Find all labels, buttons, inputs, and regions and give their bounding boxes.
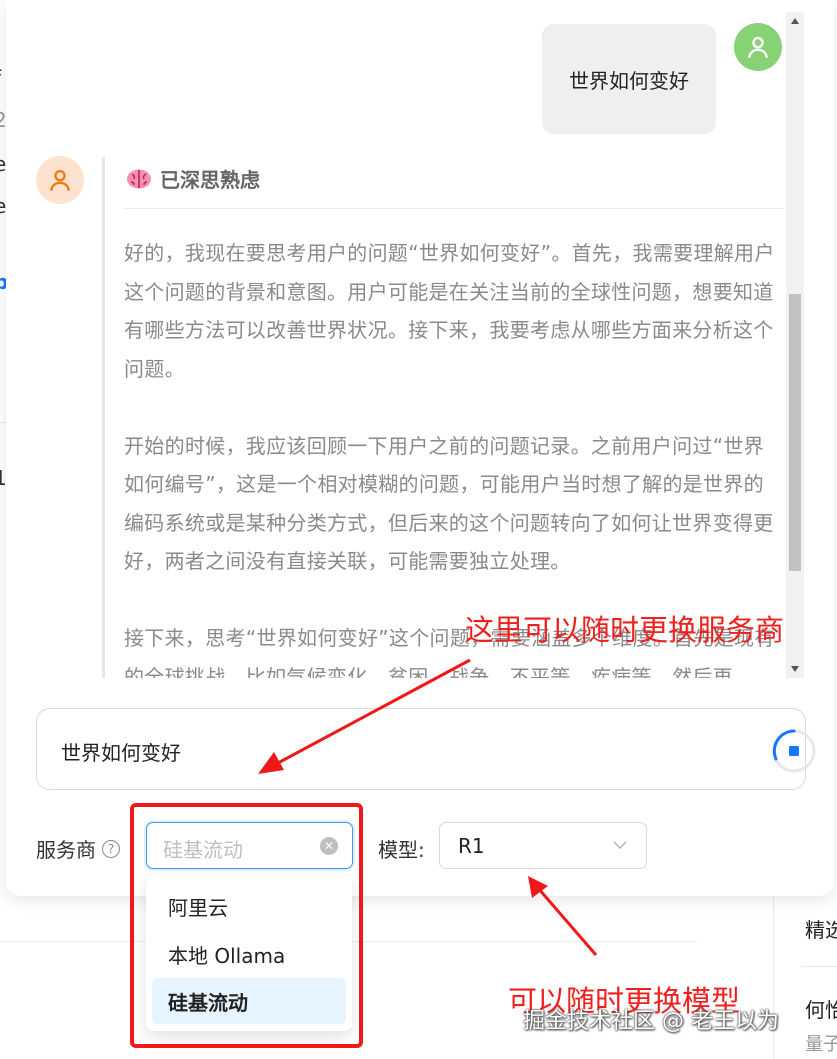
brain-icon (127, 169, 151, 188)
model-select-value: R1 (458, 834, 485, 858)
user-icon (50, 169, 70, 191)
user-message-bubble: 世界如何变好 (542, 24, 716, 134)
message-input-box[interactable]: 世界如何变好 (36, 708, 816, 790)
sidebar-article-subtitle: 量子 (805, 1034, 837, 1055)
scroll-down-arrow[interactable] (786, 660, 804, 678)
stop-icon (772, 729, 816, 773)
scroll-up-arrow[interactable] (786, 12, 804, 30)
background-divider (801, 966, 837, 967)
close-circle-icon[interactable]: ✕ (320, 837, 338, 855)
background-right-sidebar: 精选 何怡 量子 (775, 880, 837, 1059)
background-text-fragment: f (0, 66, 1, 90)
assistant-avatar (36, 156, 84, 204)
message-input-text[interactable]: 世界如何变好 (61, 737, 181, 766)
provider-field-label: 服务商 ? (36, 834, 120, 863)
chevron-down-icon (613, 841, 627, 850)
provider-label-text: 服务商 (36, 838, 96, 862)
thinking-paragraph: 开始的时候，我应该回顾一下用户之前的问题记录。之前用户问过“世界如何编号”，这是… (124, 433, 774, 574)
stop-generation-button[interactable] (771, 728, 817, 774)
user-message-text: 世界如何变好 (569, 68, 689, 93)
provider-option-ollama[interactable]: 本地 Ollama (152, 931, 346, 977)
thinking-label: 已深思熟虑 (160, 168, 260, 192)
message-list[interactable]: 世界如何变好 已深思熟虑 好的，我现在要思考用户的问题“世界如何变好”。首先，我… (6, 0, 816, 678)
provider-dropdown-menu: 阿里云 本地 Ollama 硅基流动 (146, 875, 352, 1031)
thinking-quote-bar (102, 157, 105, 678)
user-avatar (734, 23, 782, 71)
watermark: 掘金技术社区 @ 老王以为 (523, 1009, 779, 1034)
vertical-scrollbar[interactable] (786, 12, 804, 678)
thinking-paragraph: 好的，我现在要思考用户的问题“世界如何变好”。首先，我需要理解用户这个问题的背景… (124, 241, 775, 381)
provider-select[interactable]: 硅基流动 ✕ (146, 822, 353, 869)
model-field-label: 模型: (378, 838, 425, 862)
thinking-divider (124, 208, 784, 209)
provider-option-aliyun[interactable]: 阿里云 (152, 883, 346, 929)
sidebar-heading: 精选 (805, 918, 837, 942)
provider-select-placeholder: 硅基流动 (163, 838, 243, 862)
chat-panel: 世界如何变好 已深思熟虑 好的，我现在要思考用户的问题“世界如何变好”。首先，我… (6, 0, 834, 896)
annotation-provider-note: 这里可以随时更换服务商 (465, 613, 785, 647)
thinking-header[interactable]: 已深思熟虑 (126, 164, 260, 193)
user-icon (748, 36, 768, 58)
scrollbar-thumb[interactable] (789, 294, 801, 571)
provider-option-siliconflow[interactable]: 硅基流动 (152, 978, 346, 1024)
question-circle-icon[interactable]: ? (102, 839, 120, 858)
sidebar-article-title[interactable]: 何怡 (805, 994, 837, 1023)
model-select[interactable]: R1 (439, 822, 647, 869)
